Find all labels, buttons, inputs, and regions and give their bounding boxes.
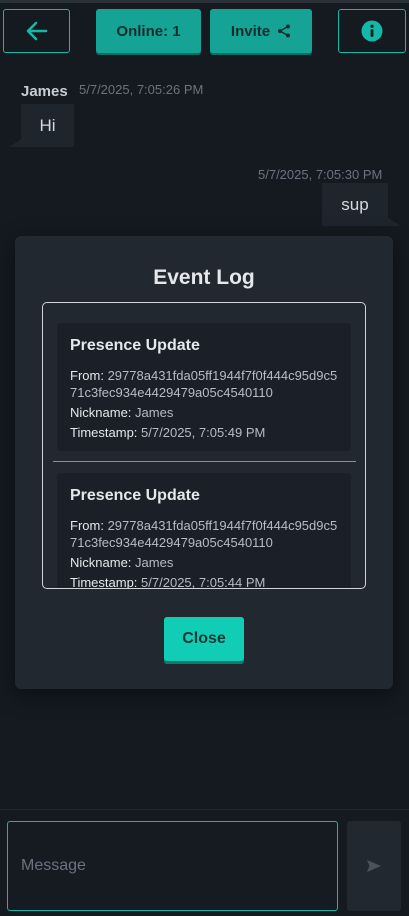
- event-nickname: Nickname: James: [70, 404, 338, 421]
- event-title: Presence Update: [70, 487, 200, 504]
- message-input[interactable]: [7, 821, 338, 911]
- close-button[interactable]: Close: [164, 617, 244, 661]
- event-log-title: Event Log: [153, 266, 255, 289]
- share-icon: [278, 24, 291, 38]
- info-button[interactable]: [338, 9, 406, 53]
- top-toolbar: Online: 1 Invite: [0, 3, 409, 59]
- back-button[interactable]: [3, 9, 70, 53]
- event-from: From: 29778a431fda05ff1944f7f0f444c95d9c…: [70, 517, 338, 551]
- info-icon: [361, 20, 383, 42]
- send-icon: [367, 860, 381, 872]
- event-nickname: Nickname: James: [70, 554, 338, 571]
- message-sender: James: [21, 83, 68, 100]
- event-timestamp-label: Timestamp:: [70, 575, 138, 589]
- event-timestamp: Timestamp: 5/7/2025, 7:05:49 PM: [70, 424, 338, 441]
- event-from-value: 29778a431fda05ff1944f7f0f444c95d9c571c3f…: [70, 518, 338, 550]
- message-timestamp: 5/7/2025, 7:05:26 PM: [79, 82, 204, 97]
- send-button[interactable]: [347, 821, 401, 911]
- event-from-value: 29778a431fda05ff1944f7f0f444c95d9c571c3f…: [70, 368, 338, 400]
- event-nickname-label: Nickname:: [70, 555, 132, 570]
- event-nickname-value: James: [135, 555, 174, 570]
- bubble-tail: [387, 217, 401, 226]
- online-count-label: Online: 1: [116, 22, 181, 40]
- bubble-tail: [9, 138, 23, 147]
- event-log-dialog: Event Log Presence Update From: 29778a43…: [15, 236, 393, 689]
- event-from-label: From:: [70, 518, 104, 533]
- composer-bar: [0, 809, 409, 916]
- event-from: From: 29778a431fda05ff1944f7f0f444c95d9c…: [70, 367, 338, 401]
- event-nickname-value: James: [135, 405, 174, 420]
- message-text: Hi: [39, 115, 56, 135]
- arrow-left-icon: [26, 21, 47, 41]
- event-nickname-label: Nickname:: [70, 405, 132, 420]
- event-log-list[interactable]: Presence Update From: 29778a431fda05ff19…: [42, 302, 366, 589]
- invite-button[interactable]: Invite: [210, 9, 312, 53]
- online-count-button[interactable]: Online: 1: [96, 9, 201, 53]
- event-log-entry: Presence Update From: 29778a431fda05ff19…: [57, 473, 351, 589]
- message-timestamp: 5/7/2025, 7:05:30 PM: [258, 167, 383, 182]
- event-from-label: From:: [70, 368, 104, 383]
- event-timestamp-value: 5/7/2025, 7:05:44 PM: [141, 575, 266, 589]
- event-timestamp: Timestamp: 5/7/2025, 7:05:44 PM: [70, 574, 338, 589]
- entry-divider: [53, 461, 356, 462]
- event-timestamp-label: Timestamp:: [70, 425, 138, 440]
- event-timestamp-value: 5/7/2025, 7:05:49 PM: [141, 425, 266, 440]
- invite-label: Invite: [230, 22, 271, 40]
- event-title: Presence Update: [70, 337, 200, 354]
- message-bubble: Hi: [21, 104, 74, 147]
- message-text: sup: [341, 194, 369, 214]
- message-bubble: sup: [322, 183, 388, 226]
- event-log-entry: Presence Update From: 29778a431fda05ff19…: [57, 323, 351, 451]
